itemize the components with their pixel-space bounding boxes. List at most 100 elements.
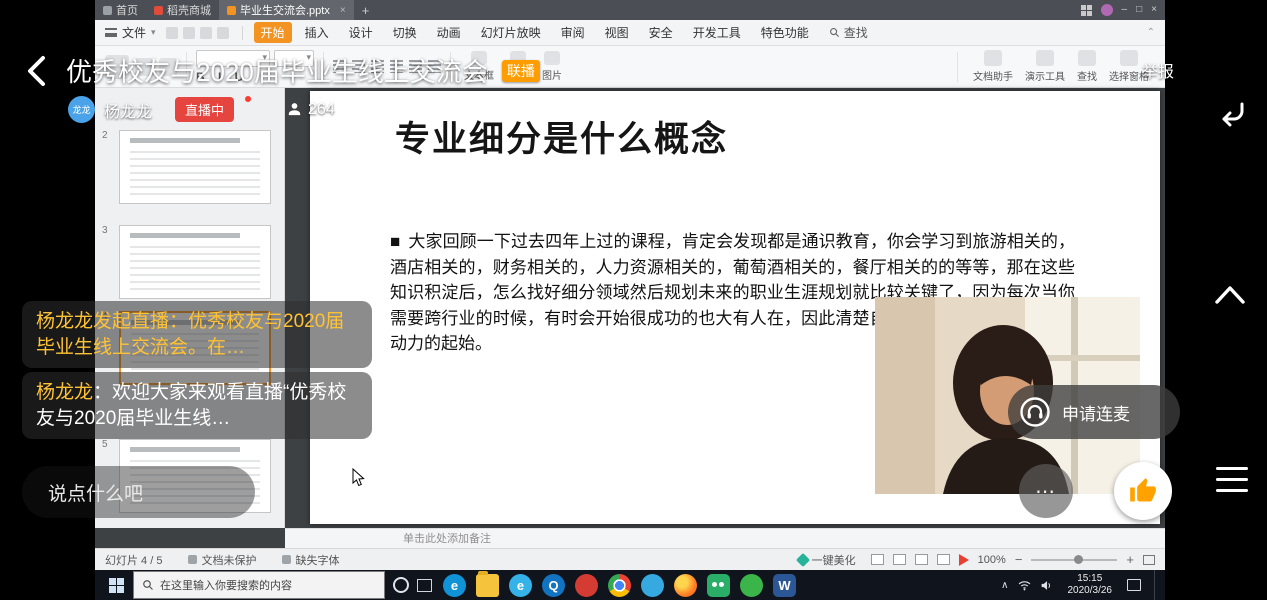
zoom-out-button[interactable]: − <box>1015 553 1023 566</box>
ribbon-tab-security[interactable]: 安全 <box>642 22 680 43</box>
netease-music-icon[interactable] <box>575 574 598 597</box>
tim-icon[interactable] <box>641 574 664 597</box>
apps-grid-icon[interactable] <box>1081 5 1092 16</box>
chat-message: 杨龙龙：欢迎大家来观看直播“优秀校友与2020届毕业生线… <box>22 372 372 439</box>
zoom-slider-knob[interactable] <box>1074 555 1083 564</box>
wifi-icon[interactable] <box>1018 580 1031 591</box>
account-avatar[interactable] <box>1101 4 1113 16</box>
docer-icon <box>154 6 163 15</box>
wechat-icon[interactable] <box>707 574 730 597</box>
close-window-button[interactable]: × <box>1151 0 1157 20</box>
fit-slide-icon[interactable] <box>1143 555 1155 565</box>
save-icon[interactable] <box>166 27 178 39</box>
ribbon-tab-slideshow[interactable]: 幻灯片放映 <box>474 22 548 43</box>
volume-icon[interactable] <box>1040 580 1053 591</box>
presentation-tools-icon <box>1036 50 1054 66</box>
chrome-icon[interactable] <box>608 574 631 597</box>
ribbon-tab-animation[interactable]: 动画 <box>430 22 468 43</box>
microsoft-edge-icon[interactable]: e <box>443 574 466 597</box>
find-tool-button[interactable]: 查找 <box>1071 50 1103 83</box>
more-options-button[interactable]: ⋯ <box>1019 464 1073 518</box>
streamer-info: 龙龙 杨龙龙 直播中 264 <box>68 96 335 123</box>
chat-message: 杨龙龙发起直播：优秀校友与2020届毕业生线上交流会。在… <box>22 301 372 368</box>
wps-titlebar: 首页 稻壳商城 毕业生交流会.pptx × + – □ × <box>95 0 1165 20</box>
slide-number: 5 <box>102 439 108 450</box>
find-button[interactable]: 查找 <box>829 24 868 41</box>
reading-view-icon[interactable] <box>915 554 928 565</box>
report-button[interactable]: 举报 <box>1142 58 1174 82</box>
maximize-button[interactable]: □ <box>1136 0 1142 20</box>
slide-thumbnail-2[interactable] <box>119 130 271 204</box>
mic-request-button[interactable]: 申请连麦 <box>1008 385 1180 439</box>
360-browser-icon[interactable] <box>740 574 763 597</box>
bullet-marker: ■ <box>390 232 400 251</box>
slide-thumbnail-3[interactable] <box>119 225 271 299</box>
presentation-tools-button[interactable]: 演示工具 <box>1019 50 1071 83</box>
action-center-icon[interactable] <box>1127 579 1141 591</box>
tray-expand-icon[interactable]: ∧ <box>1001 580 1008 591</box>
ribbon-tab-devtools[interactable]: 开发工具 <box>686 22 748 43</box>
zoom-in-button[interactable]: + <box>1126 553 1134 566</box>
slide-number: 2 <box>102 130 108 141</box>
ribbon-tab-transition[interactable]: 切换 <box>386 22 424 43</box>
close-tab-icon[interactable]: × <box>340 5 346 16</box>
ribbon-tab-view[interactable]: 视图 <box>598 22 636 43</box>
stream-header: 优秀校友与2020届毕业生线上交流会 联播 <box>26 52 540 89</box>
back-button[interactable] <box>26 54 52 88</box>
chat-input[interactable]: 说点什么吧 <box>22 466 255 518</box>
zoom-slider[interactable] <box>1031 559 1117 561</box>
fullscreen-view-icon[interactable] <box>937 554 950 565</box>
live-status-badge: 直播中 <box>175 97 234 122</box>
android-home-icon[interactable] <box>1212 278 1248 313</box>
undo-icon[interactable] <box>200 27 212 39</box>
file-menu[interactable]: 文件 ▾ <box>105 24 156 41</box>
stream-title: 优秀校友与2020届毕业生线上交流会 <box>66 52 488 89</box>
firefox-icon[interactable] <box>674 574 697 597</box>
print-icon[interactable] <box>183 27 195 39</box>
slide-title: 专业细分是什么概念 <box>395 111 728 162</box>
taskbar-search-input[interactable]: 在这里输入你要搜索的内容 <box>133 571 385 599</box>
home-icon <box>103 6 112 15</box>
file-explorer-icon[interactable] <box>476 574 499 597</box>
slide-sorter-icon[interactable] <box>893 554 906 565</box>
cortana-icon[interactable] <box>393 577 409 593</box>
viewer-icon <box>286 101 303 118</box>
tab-docer-mall[interactable]: 稻壳商城 <box>146 0 219 20</box>
protection-status: 文档未保护 <box>188 552 256 568</box>
tab-presentation-doc[interactable]: 毕业生交流会.pptx × <box>219 0 354 20</box>
ribbon-tab-special[interactable]: 特色功能 <box>754 22 816 43</box>
ribbon-tab-review[interactable]: 审阅 <box>554 22 592 43</box>
task-view-icon[interactable] <box>417 579 432 592</box>
beautify-button[interactable]: 一键美化 <box>798 552 856 568</box>
normal-view-icon[interactable] <box>871 554 884 565</box>
streamer-avatar[interactable]: 龙龙 <box>68 96 95 123</box>
minimize-button[interactable]: – <box>1122 0 1128 20</box>
like-button[interactable] <box>1114 462 1172 520</box>
internet-explorer-icon[interactable]: e <box>509 574 532 597</box>
zoom-level[interactable]: 100% <box>978 554 1006 566</box>
picture-button[interactable]: 图片 <box>538 51 566 82</box>
viewer-count: 264 <box>286 101 335 119</box>
show-desktop-strip[interactable] <box>1154 570 1157 600</box>
magic-wand-icon <box>796 552 810 566</box>
qq-icon[interactable]: Q <box>542 574 565 597</box>
ribbon-collapse-icon[interactable]: ⌃ <box>1147 27 1155 38</box>
ribbon-tab-home[interactable]: 开始 <box>254 22 292 43</box>
windows-taskbar: 在这里输入你要搜索的内容 e e Q W ∧ 15:15 2020/3/26 <box>95 570 1165 600</box>
word-icon[interactable]: W <box>773 574 796 597</box>
android-recent-icon[interactable] <box>1216 467 1248 492</box>
search-icon <box>829 27 840 38</box>
notes-bar[interactable]: 单击此处添加备注 <box>285 528 1165 548</box>
ribbon-tab-insert[interactable]: 插入 <box>298 22 336 43</box>
doc-assistant-icon <box>984 50 1002 66</box>
redo-icon[interactable] <box>217 27 229 39</box>
ribbon-tab-design[interactable]: 设计 <box>342 22 380 43</box>
play-slideshow-button[interactable] <box>959 554 969 566</box>
android-back-icon[interactable] <box>1213 100 1247 135</box>
new-tab-button[interactable]: + <box>354 3 378 18</box>
start-button[interactable] <box>99 570 133 600</box>
shield-icon <box>188 555 197 564</box>
tab-home[interactable]: 首页 <box>95 0 146 20</box>
taskbar-clock[interactable]: 15:15 2020/3/26 <box>1068 573 1113 598</box>
doc-assistant-button[interactable]: 文档助手 <box>967 50 1019 83</box>
